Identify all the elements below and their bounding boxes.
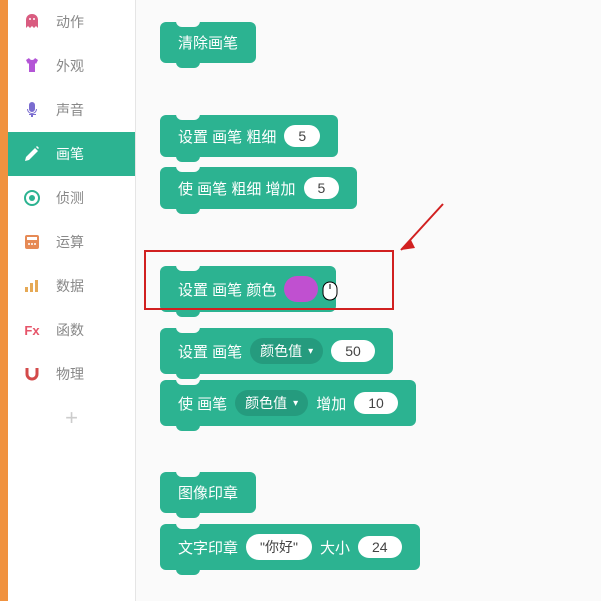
block-label: 使 画笔: [178, 393, 227, 414]
sidebar-label: 数据: [56, 276, 84, 296]
stamp-image-block[interactable]: 图像印章: [160, 472, 256, 513]
value-input[interactable]: 50: [331, 340, 375, 362]
block-label: 使 画笔 粗细 增加: [178, 178, 296, 199]
block-label: 文字印章: [178, 537, 238, 558]
shirt-icon: [22, 56, 42, 76]
sidebar-label: 物理: [56, 364, 84, 384]
sidebar-item-data[interactable]: 数据: [8, 264, 135, 308]
sidebar-label: 声音: [56, 100, 84, 120]
sidebar-item-motion[interactable]: 动作: [8, 0, 135, 44]
category-sidebar: 动作 外观 声音 画笔 侦测 运算 数据 Fx 函数 物理 +: [8, 0, 136, 601]
text-input[interactable]: "你好": [246, 534, 312, 560]
stamp-text-block[interactable]: 文字印章 "你好" 大小 24: [160, 524, 420, 570]
sidebar-label: 外观: [56, 56, 84, 76]
sidebar-item-sensing[interactable]: 侦测: [8, 176, 135, 220]
block-label: 设置 画笔 颜色: [178, 279, 276, 300]
blocks-canvas: 清除画笔 设置 画笔 粗细 5 使 画笔 粗细 增加 5 设置 画笔 颜色: [136, 0, 601, 601]
sidebar-item-looks[interactable]: 外观: [8, 44, 135, 88]
bars-icon: [22, 276, 42, 296]
value-input[interactable]: 10: [354, 392, 398, 414]
sidebar-label: 画笔: [56, 144, 84, 164]
clear-pen-block[interactable]: 清除画笔: [160, 22, 256, 63]
color-property-dropdown[interactable]: 颜色值: [250, 338, 323, 364]
sidebar-label: 函数: [56, 320, 84, 340]
color-picker[interactable]: [284, 276, 318, 302]
add-category-button[interactable]: +: [8, 396, 135, 440]
value-input[interactable]: 5: [284, 125, 320, 147]
fx-icon: Fx: [22, 320, 42, 340]
value-input[interactable]: 24: [358, 536, 402, 558]
annotation-arrow: [391, 200, 447, 262]
sidebar-item-pen[interactable]: 画笔: [8, 132, 135, 176]
sidebar-item-operators[interactable]: 运算: [8, 220, 135, 264]
change-pen-color-value-block[interactable]: 使 画笔 颜色值 增加 10: [160, 380, 416, 426]
calculator-icon: [22, 232, 42, 252]
ghost-icon: [22, 12, 42, 32]
accent-strip: [0, 0, 8, 601]
microphone-icon: [22, 100, 42, 120]
sidebar-label: 动作: [56, 12, 84, 32]
block-label: 图像印章: [178, 482, 238, 503]
sidebar-label: 侦测: [56, 188, 84, 208]
sidebar-item-sound[interactable]: 声音: [8, 88, 135, 132]
block-label: 设置 画笔: [178, 341, 242, 362]
set-pen-size-block[interactable]: 设置 画笔 粗细 5: [160, 115, 338, 157]
pen-icon: [22, 144, 42, 164]
sidebar-item-physics[interactable]: 物理: [8, 352, 135, 396]
target-icon: [22, 188, 42, 208]
color-property-dropdown[interactable]: 颜色值: [235, 390, 308, 416]
sidebar-item-functions[interactable]: Fx 函数: [8, 308, 135, 352]
sidebar-label: 运算: [56, 232, 84, 252]
set-pen-color-block[interactable]: 设置 画笔 颜色: [160, 266, 336, 312]
block-label: 大小: [320, 537, 350, 558]
set-pen-color-value-block[interactable]: 设置 画笔 颜色值 50: [160, 328, 393, 374]
block-label: 清除画笔: [178, 32, 238, 53]
value-input[interactable]: 5: [304, 177, 340, 199]
plus-icon: +: [65, 405, 78, 431]
magnet-icon: [22, 364, 42, 384]
block-label: 设置 画笔 粗细: [178, 126, 276, 147]
block-label: 增加: [316, 393, 346, 414]
change-pen-size-block[interactable]: 使 画笔 粗细 增加 5: [160, 167, 357, 209]
